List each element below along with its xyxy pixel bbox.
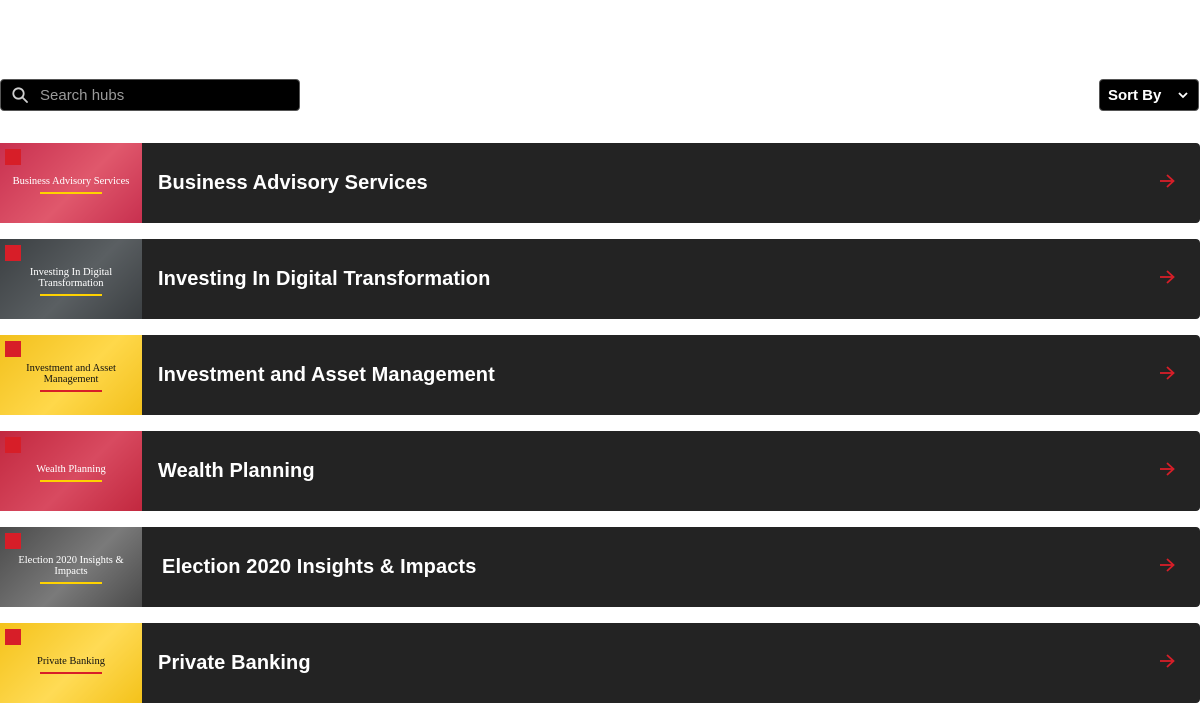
hub-title[interactable]: Election 2020 Insights & Impacts: [162, 556, 476, 579]
hub-list: Business Advisory Services Business Advi…: [0, 143, 1200, 719]
hub-card[interactable]: Business Advisory Services Business Advi…: [0, 143, 1200, 223]
sort-by-label: Sort By: [1108, 86, 1162, 104]
thumbnail-underline: [40, 672, 102, 674]
hub-thumbnail: Election 2020 Insights & Impacts: [0, 527, 142, 607]
arrow-right-icon[interactable]: [1159, 654, 1175, 668]
arrow-right-icon[interactable]: [1159, 174, 1175, 188]
hub-title[interactable]: Business Advisory Services: [158, 172, 428, 195]
hub-thumbnail-caption-block: Investment and Asset Management: [6, 335, 136, 415]
arrow-right-icon[interactable]: [1159, 462, 1175, 476]
thumbnail-underline: [40, 389, 102, 392]
hub-thumbnail-caption: Investing In Digital Transformation: [29, 266, 113, 289]
thumbnail-underline: [40, 480, 102, 482]
hub-thumbnail: Wealth Planning: [0, 431, 142, 511]
sort-by-dropdown[interactable]: Sort By: [1099, 79, 1199, 111]
chevron-down-icon: [1178, 91, 1188, 99]
hub-title[interactable]: Investment and Asset Management: [158, 364, 495, 387]
hub-thumbnail-caption: Wealth Planning: [36, 464, 106, 475]
thumbnail-underline: [40, 293, 102, 296]
search-input[interactable]: [40, 86, 280, 104]
thumbnail-underline: [40, 192, 102, 194]
hub-thumbnail-caption-block: Election 2020 Insights & Impacts: [6, 527, 136, 607]
hub-thumbnail: Business Advisory Services: [0, 143, 142, 223]
search-box[interactable]: [0, 79, 300, 111]
hub-title[interactable]: Private Banking: [158, 652, 311, 675]
arrow-right-icon[interactable]: [1159, 366, 1175, 380]
hub-thumbnail: Private Banking: [0, 623, 142, 703]
thumbnail-underline: [40, 581, 102, 584]
hub-thumbnail-caption: Investment and Asset Management: [26, 362, 116, 385]
hub-thumbnail-caption: Election 2020 Insights & Impacts: [18, 554, 124, 577]
hub-title[interactable]: Wealth Planning: [158, 460, 315, 483]
hub-thumbnail-caption: Business Advisory Services: [12, 176, 130, 187]
hub-thumbnail-caption: Private Banking: [37, 656, 105, 667]
arrow-right-icon[interactable]: [1159, 270, 1175, 284]
hub-card[interactable]: Election 2020 Insights & Impacts Electio…: [0, 527, 1200, 607]
hub-thumbnail-caption-block: Private Banking: [6, 623, 136, 703]
search-icon: [12, 87, 28, 103]
hub-thumbnail-caption-block: Wealth Planning: [6, 431, 136, 511]
arrow-right-icon[interactable]: [1159, 558, 1175, 572]
hub-thumbnail-caption-block: Investing In Digital Transformation: [6, 239, 136, 319]
hub-card[interactable]: Investing In Digital Transformation Inve…: [0, 239, 1200, 319]
hub-card[interactable]: Private Banking Private Banking: [0, 623, 1200, 703]
hub-card[interactable]: Wealth Planning Wealth Planning: [0, 431, 1200, 511]
hub-card[interactable]: Investment and Asset Management Investme…: [0, 335, 1200, 415]
hub-thumbnail: Investing In Digital Transformation: [0, 239, 142, 319]
hub-thumbnail-caption-block: Business Advisory Services: [6, 143, 136, 223]
hub-title[interactable]: Investing In Digital Transformation: [158, 268, 490, 291]
hub-thumbnail: Investment and Asset Management: [0, 335, 142, 415]
